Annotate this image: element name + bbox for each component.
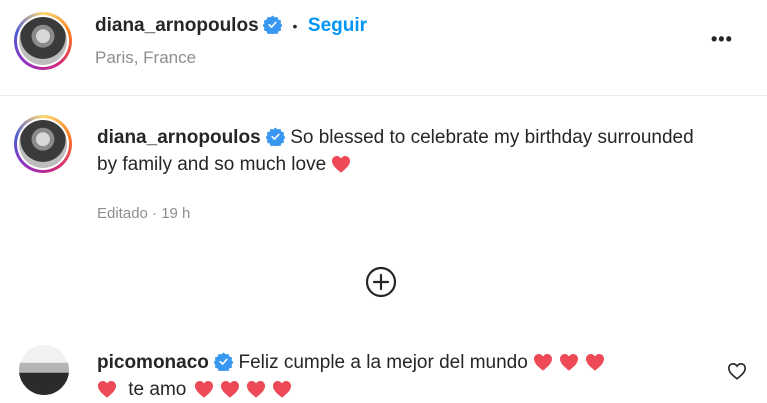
verified-badge-icon — [214, 352, 234, 371]
verified-badge-icon — [263, 15, 283, 34]
red-heart-icon — [221, 380, 240, 398]
red-heart-icon — [560, 353, 579, 371]
post-location[interactable]: Paris, France — [95, 48, 196, 68]
red-heart-icon — [273, 380, 292, 398]
comment-body: picomonaco Feliz cumple a la mejor del m… — [97, 349, 697, 403]
red-heart-icon — [98, 380, 116, 398]
caption-meta: Editado · 19 h — [97, 205, 191, 222]
load-more-comments-icon[interactable] — [365, 266, 397, 298]
header-separator: • — [292, 18, 298, 34]
red-heart-icon — [247, 380, 266, 398]
caption-avatar[interactable] — [14, 115, 72, 173]
commenter-avatar[interactable] — [19, 345, 69, 395]
red-heart-icon — [586, 353, 605, 371]
comment-username[interactable]: picomonaco — [97, 352, 209, 373]
follow-button[interactable]: Seguir — [308, 15, 367, 36]
red-heart-icon — [195, 380, 214, 398]
like-comment-heart-icon[interactable] — [727, 362, 747, 380]
header-user-line: diana_arnopoulos • Seguir — [95, 15, 367, 37]
header-username[interactable]: diana_arnopoulos — [95, 15, 259, 36]
verified-badge-icon — [265, 127, 285, 146]
comment-text-part2: te amo — [128, 379, 187, 400]
header-divider — [0, 95, 767, 96]
caption-username[interactable]: diana_arnopoulos — [97, 127, 261, 148]
red-heart-icon — [534, 353, 553, 371]
red-heart-icon — [332, 155, 351, 173]
comment-text-part1: Feliz cumple a la mejor del mundo — [238, 352, 528, 373]
header-avatar[interactable] — [14, 12, 72, 70]
caption-body: diana_arnopoulos So blessed to celebrate… — [97, 124, 697, 178]
more-options-icon[interactable]: ••• — [711, 29, 733, 50]
